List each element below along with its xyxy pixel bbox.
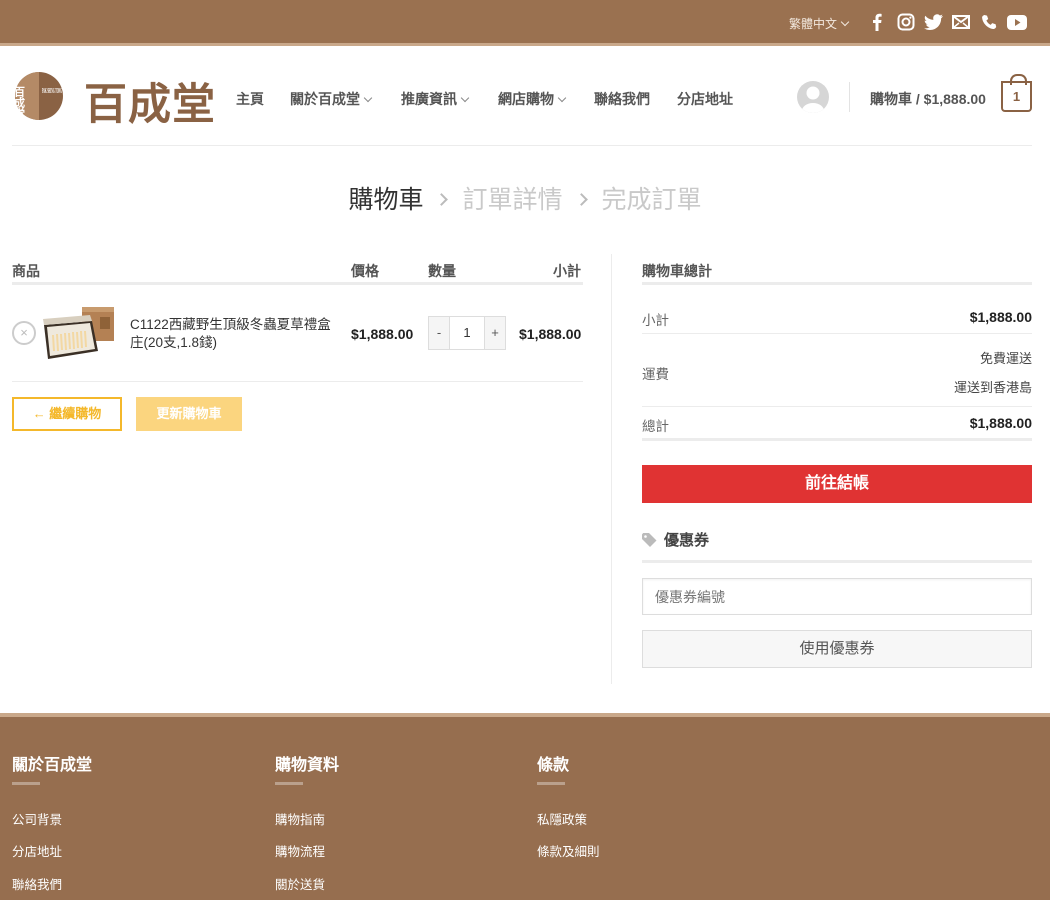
footer-title-underline <box>12 782 40 785</box>
footer-link-delivery[interactable]: 關於送貨 <box>275 874 325 893</box>
header-divider <box>849 82 850 112</box>
nav-about-label: 關於百成堂 <box>290 91 360 107</box>
step-complete: 完成訂單 <box>601 186 702 214</box>
row-divider <box>12 381 583 382</box>
language-selector[interactable]: 繁體中文 <box>789 15 850 32</box>
phone-icon[interactable] <box>978 11 1000 33</box>
chevron-down-icon <box>363 93 373 103</box>
facebook-icon[interactable] <box>866 11 888 33</box>
chevron-down-icon <box>460 93 470 103</box>
nav-promotions[interactable]: 推廣資訊 <box>401 89 470 109</box>
footer-link-shopping-guide[interactable]: 購物指南 <box>275 809 325 828</box>
footer-link-company-background[interactable]: 公司背景 <box>12 809 62 828</box>
footer-link-contact[interactable]: 聯絡我們 <box>12 874 62 893</box>
checkout-steps: 購物車 訂單詳情 完成訂單 <box>0 180 1050 216</box>
chevron-down-icon <box>840 17 850 27</box>
coupon-title: 優惠券 <box>664 532 710 549</box>
proceed-to-checkout-button[interactable]: 前往結帳 <box>642 465 1032 503</box>
twitter-icon[interactable] <box>922 11 944 33</box>
chevron-right-icon <box>435 193 449 206</box>
product-image[interactable] <box>42 305 116 361</box>
footer-title-underline <box>537 782 565 785</box>
logo-mark-text: 百成堂 <box>14 86 26 119</box>
quantity-minus-button[interactable]: - <box>429 317 449 349</box>
total-label: 總計 <box>642 419 669 434</box>
cart-total-link[interactable]: 購物車 / $1,888.00 <box>870 89 986 109</box>
footer-link-terms[interactable]: 條款及細則 <box>537 841 600 860</box>
logo-mark[interactable]: 百成堂 PAK SHING TONG <box>13 69 64 123</box>
footer-link-privacy[interactable]: 私隱政策 <box>537 809 587 828</box>
header-divider-line <box>12 145 1032 146</box>
continue-shopping-button[interactable]: ← 繼續購物 <box>12 397 122 431</box>
nav-about[interactable]: 關於百成堂 <box>290 89 373 109</box>
nav-promotions-label: 推廣資訊 <box>401 91 457 107</box>
top-bar: 繁體中文 <box>0 0 1050 46</box>
instagram-icon[interactable] <box>895 11 917 33</box>
logo-mark-latin: PAK SHING TONG <box>42 87 62 95</box>
chevron-down-icon <box>557 93 567 103</box>
shipping-destination: 運送到香港島 <box>953 380 1032 395</box>
nav-shop-label: 網店購物 <box>498 91 554 107</box>
step-cart[interactable]: 購物車 <box>348 186 423 214</box>
footer-link-branches[interactable]: 分店地址 <box>12 841 62 860</box>
quantity-plus-button[interactable]: + <box>485 317 505 349</box>
footer-col-shopping-title: 購物資料 <box>275 757 340 774</box>
footer-col-about-title: 關於百成堂 <box>12 757 93 774</box>
apply-coupon-button[interactable]: 使用優惠券 <box>642 630 1032 668</box>
footer-title-underline <box>275 782 303 785</box>
update-cart-button[interactable]: 更新購物車 <box>136 397 242 431</box>
table-header-line <box>12 282 583 285</box>
totals-header-line <box>642 282 1032 285</box>
nav-home[interactable]: 主頁 <box>236 89 264 109</box>
account-avatar-icon[interactable] <box>797 81 829 113</box>
cart-count-badge[interactable]: 1 <box>1001 74 1032 112</box>
step-order-details[interactable]: 訂單詳情 <box>462 186 562 214</box>
product-name-link[interactable]: C1122西藏野生頂級冬蟲夏草禮盒庄(20支,1.8錢) <box>130 316 340 352</box>
coupon-code-input[interactable] <box>642 578 1032 615</box>
col-header-subtotal: 小計 <box>553 263 581 279</box>
footer <box>0 713 1050 900</box>
col-header-product: 商品 <box>12 263 40 279</box>
totals-divider <box>642 333 1032 334</box>
remove-item-button[interactable]: × <box>12 321 36 345</box>
item-price: $1,888.00 <box>351 326 414 342</box>
col-header-quantity: 數量 <box>428 263 456 279</box>
totals-divider <box>642 406 1032 407</box>
subtotal-label: 小計 <box>642 313 669 328</box>
total-value: $1,888.00 <box>969 415 1032 431</box>
logo-text[interactable]: 百成堂 <box>84 70 216 132</box>
shipping-value: 免費運送 <box>979 351 1032 366</box>
coupon-section-title: 優惠券 <box>642 529 709 550</box>
shipping-label: 運費 <box>642 367 669 382</box>
totals-bottom-line <box>642 438 1032 441</box>
footer-col-terms-title: 條款 <box>537 757 570 774</box>
quantity-stepper: - 1 + <box>428 316 506 350</box>
footer-link-shopping-process[interactable]: 購物流程 <box>275 841 325 860</box>
coupon-header-line <box>642 560 1032 563</box>
chevron-right-icon <box>574 193 588 206</box>
nav-contact[interactable]: 聯絡我們 <box>594 89 650 109</box>
col-header-price: 價格 <box>351 263 379 279</box>
item-subtotal: $1,888.00 <box>519 326 582 342</box>
quantity-input[interactable]: 1 <box>449 317 485 349</box>
language-label: 繁體中文 <box>789 17 838 31</box>
nav-shop[interactable]: 網店購物 <box>498 89 567 109</box>
column-divider <box>611 254 612 684</box>
youtube-icon[interactable] <box>1006 11 1028 33</box>
cart-totals-title: 購物車總計 <box>642 263 712 279</box>
nav-branches[interactable]: 分店地址 <box>677 89 733 109</box>
tag-icon <box>642 532 657 547</box>
subtotal-value: $1,888.00 <box>969 309 1032 325</box>
email-icon[interactable] <box>950 11 972 33</box>
